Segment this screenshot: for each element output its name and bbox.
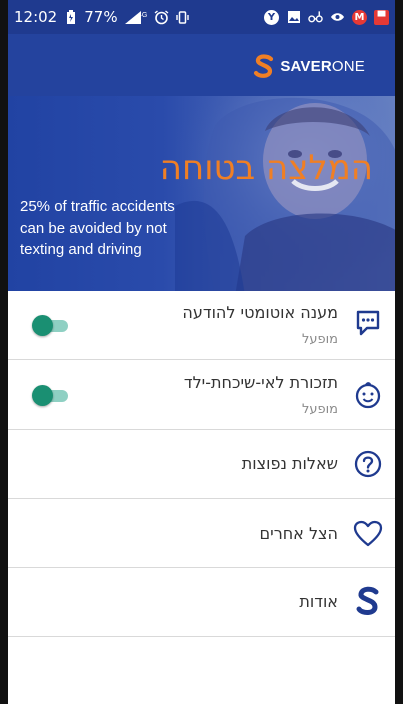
image-icon [286,10,301,25]
hero-title: המלצה בטוחה [159,148,373,188]
menu-item-faq[interactable]: שאלות נפוצות [8,430,395,499]
saverone-s-icon [353,586,383,616]
menu-item-save-others[interactable]: הצל אחרים [8,499,395,568]
signal-icon: 4G [124,10,148,25]
app-icon [330,10,345,25]
vibrate-icon [175,10,190,25]
status-bar: 12:02 77% 4G Y M ▀ [8,0,395,34]
menu-item-auto-reply[interactable]: מענה אוטומטי להודעה מופעל [8,291,395,360]
message-dots-icon [353,308,383,338]
heart-icon [353,519,383,549]
brand-name-light: ONE [331,57,365,75]
menu-item-title: מענה אוטומטי להודעה [182,303,338,322]
app-bar: SAVERONE [8,34,395,96]
hero-subtitle-line: can be avoided by not [20,219,167,237]
hero-banner: המלצה בטוחה 25% of traffic accidents can… [8,96,395,291]
status-time: 12:02 [14,8,58,26]
saverone-logo: SAVERONE [253,54,365,78]
battery-icon [63,9,78,25]
link-icon [308,10,323,25]
child-reminder-toggle[interactable] [32,385,70,406]
menu-item-status: מופעל [301,402,338,417]
battery-percent: 77% [84,8,118,26]
toggle-thumb [32,385,53,406]
hero-subtitle: 25% of traffic accidents can be avoided … [20,196,250,261]
network-type: 4G [138,12,147,19]
menu-item-status: מופעל [301,332,338,347]
menu-item-title: אודות [299,592,338,611]
brand-name: SAVERONE [280,58,365,75]
settings-list: מענה אוטומטי להודעה מופעל תזכורת לאי-שיכ… [8,291,395,637]
menu-item-title: הצל אחרים [259,524,339,543]
alarm-icon [154,9,169,25]
auto-reply-toggle[interactable] [32,315,70,336]
hero-subtitle-line: 25% of traffic accidents [20,198,175,215]
notification-y-icon: Y [264,9,279,25]
device-frame-right [395,0,403,704]
menu-item-child-reminder[interactable]: תזכורת לאי-שיכחת-ילד מופעל [8,360,395,430]
app-screen: 12:02 77% 4G Y M ▀ SAVERONE המלצה בטוחה … [8,0,395,704]
question-icon [353,449,383,479]
red-app-icon: ▀ [374,9,389,25]
brand-name-bold: SAVER [280,57,332,75]
menu-item-about[interactable]: אודות [8,568,395,637]
device-frame-left [0,0,8,704]
hero-subtitle-line: texting and driving [20,241,142,258]
saverone-s-logo-icon [254,54,274,78]
baby-face-icon [353,380,383,410]
toggle-thumb [32,315,53,336]
child-photo [175,96,395,291]
menu-item-title: שאלות נפוצות [241,454,338,473]
menu-item-title: תזכורת לאי-שיכחת-ילד [183,373,338,392]
m-icon: M [352,9,367,25]
